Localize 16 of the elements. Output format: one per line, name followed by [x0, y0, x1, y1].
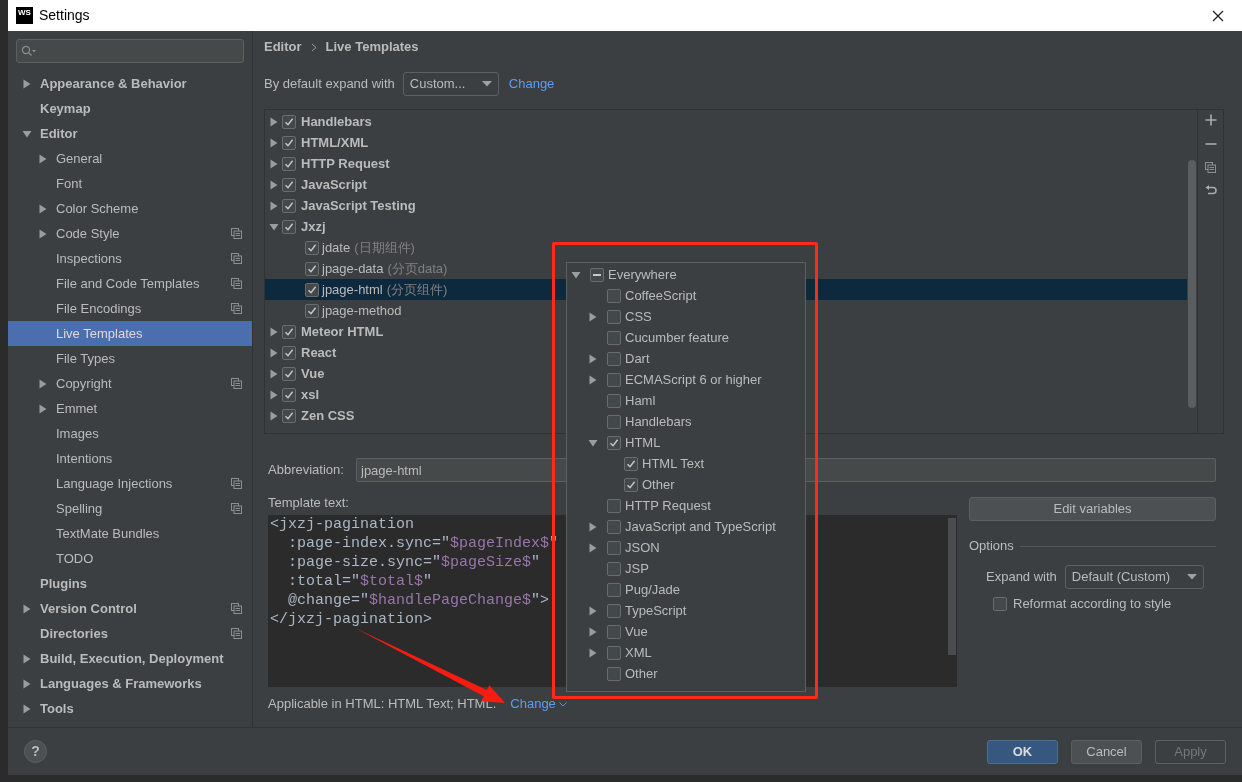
field-label: Expand with	[986, 568, 1057, 587]
applicable-text: Applicable in HTML: HTML Text; HTML.	[268, 695, 497, 714]
checkbox-label: Reformat according to style	[1013, 595, 1172, 614]
window-title: Settings	[39, 6, 91, 25]
breadcrumb-item: Live Templates	[325, 38, 419, 57]
code-line: </jxzj-pagination>	[270, 610, 433, 629]
code-line: @change="$handlePageChange$">	[287, 591, 550, 610]
field-label: By default expand with	[264, 74, 395, 93]
field-label: Abbreviation:	[268, 461, 345, 480]
section-title: Options	[969, 537, 1014, 556]
field-label: Template text:	[268, 497, 349, 512]
breadcrumb-item: Editor	[264, 38, 302, 57]
app-logo: WS	[16, 7, 33, 24]
code-line: <jxzj-pagination	[270, 515, 415, 534]
code-line: :page-size.sync="$pageSize$"	[287, 553, 541, 572]
code-line: :total="$total$"	[287, 572, 433, 591]
